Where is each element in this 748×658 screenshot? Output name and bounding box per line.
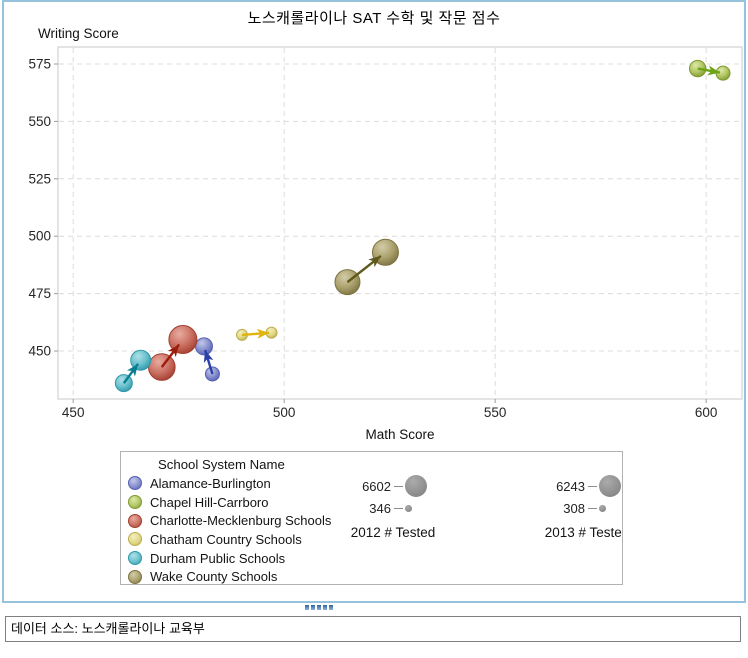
legend-item-label: Charlotte-Mecklenburg Schools bbox=[150, 513, 331, 528]
size-value: 346 bbox=[349, 501, 391, 516]
size-bubble-icon bbox=[405, 475, 427, 497]
legend-item: Wake County Schools bbox=[128, 567, 622, 585]
resize-grip-icon[interactable] bbox=[305, 605, 333, 610]
x-tick-label: 500 bbox=[273, 405, 296, 420]
x-axis-label: Math Score bbox=[365, 427, 434, 442]
legend-item-label: Chapel Hill-Carrboro bbox=[150, 495, 269, 510]
size-bubble-icon bbox=[599, 505, 606, 512]
grip-dot bbox=[305, 605, 309, 610]
size-value: 308 bbox=[543, 501, 585, 516]
footnote-box: 데이터 소스: 노스캐롤라이나 교육부 bbox=[5, 616, 741, 642]
size-connector bbox=[394, 486, 403, 487]
bubble-size-legend: 6243 308 2013 # Tested bbox=[543, 473, 623, 540]
size-value: 6243 bbox=[543, 479, 585, 494]
x-tick-label: 450 bbox=[62, 405, 85, 420]
y-tick-label: 525 bbox=[28, 171, 51, 186]
grip-dot bbox=[317, 605, 321, 610]
y-tick-label: 475 bbox=[28, 286, 51, 301]
size-bubble-icon bbox=[599, 475, 621, 497]
y-tick-label: 550 bbox=[28, 114, 51, 129]
legend-swatch-icon bbox=[128, 570, 142, 584]
size-legend-row: 6243 bbox=[543, 473, 623, 499]
legend-swatch-icon bbox=[128, 532, 142, 546]
size-legend-row: 346 bbox=[349, 499, 539, 517]
size-legend-caption: 2013 # Tested bbox=[543, 525, 623, 540]
grip-dot bbox=[311, 605, 315, 610]
bubble-size-legend: 6602 346 2012 # Tested bbox=[349, 473, 539, 540]
y-tick-label: 500 bbox=[28, 229, 51, 244]
bubble-plot: 450 500 550 600 575 550 525 500 475 450 bbox=[0, 0, 748, 450]
size-legend-row: 6602 bbox=[349, 473, 539, 499]
size-legend-row: 308 bbox=[543, 499, 623, 517]
footnote-text: 데이터 소스: 노스캐롤라이나 교육부 bbox=[11, 621, 205, 636]
plot-area bbox=[58, 47, 742, 399]
bubble-charlotte-mecklenburg-schools-2013 bbox=[169, 326, 197, 354]
legend-item-label: Wake County Schools bbox=[150, 569, 277, 584]
bubble-durham-public-schools-2013 bbox=[131, 350, 151, 370]
legend-box: School System Name Alamance-Burlington Ch… bbox=[120, 451, 623, 585]
size-connector bbox=[588, 486, 597, 487]
legend-item-label: Durham Public Schools bbox=[150, 551, 285, 566]
legend-swatch-icon bbox=[128, 495, 142, 509]
legend-swatch-icon bbox=[128, 551, 142, 565]
size-value: 6602 bbox=[349, 479, 391, 494]
legend-item-label: Chatham Country Schools bbox=[150, 532, 302, 547]
bubble-wake-county-schools-2013 bbox=[372, 239, 398, 265]
legend-swatch-icon bbox=[128, 476, 142, 490]
legend-swatch-icon bbox=[128, 514, 142, 528]
bubble-alamance-burlington-2013 bbox=[195, 338, 212, 355]
y-tick-label: 450 bbox=[28, 344, 51, 359]
grip-dot bbox=[329, 605, 333, 610]
x-tick-label: 550 bbox=[484, 405, 507, 420]
grip-dot bbox=[323, 605, 327, 610]
size-legend-caption: 2012 # Tested bbox=[349, 525, 437, 540]
legend-item: Durham Public Schools bbox=[128, 549, 622, 568]
y-tick-label: 575 bbox=[28, 56, 51, 71]
size-connector bbox=[394, 508, 403, 509]
legend-item-label: Alamance-Burlington bbox=[150, 476, 271, 491]
legend-title: School System Name bbox=[158, 457, 622, 473]
size-connector bbox=[588, 508, 597, 509]
size-bubble-icon bbox=[405, 505, 412, 512]
x-tick-label: 600 bbox=[695, 405, 718, 420]
